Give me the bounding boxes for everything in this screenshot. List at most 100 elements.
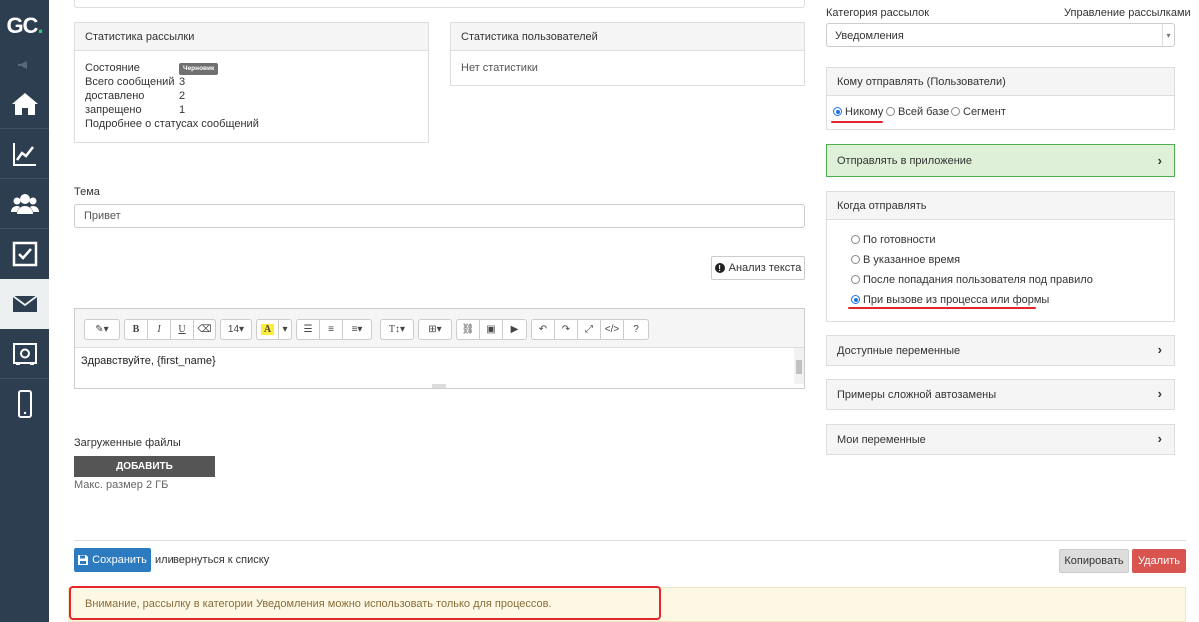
sidebar-item-home[interactable]: [0, 79, 49, 129]
category-label: Категория рассылок: [826, 7, 930, 19]
or-text: или: [155, 554, 174, 566]
send-in-app-label: Отправлять в приложение: [837, 155, 973, 167]
editor-resize-handle[interactable]: [432, 384, 446, 388]
sidebar-item-mailings[interactable]: [0, 279, 49, 329]
total-value[interactable]: 3: [179, 76, 185, 88]
analyze-text-button[interactable]: ! Анализ текста: [711, 256, 805, 280]
video-icon[interactable]: ▶: [503, 320, 526, 339]
highlight-underline-recipients: [831, 121, 883, 123]
sidebar-item-safe[interactable]: [0, 329, 49, 379]
radio-icon: [851, 275, 860, 284]
state-label: Состояние: [85, 62, 140, 74]
when-option-scheduled[interactable]: В указанное время: [851, 254, 960, 266]
status-details-link[interactable]: Подробнее о статусах сообщений: [85, 118, 259, 130]
highlight-underline-when: [848, 307, 1036, 309]
numbered-list-icon[interactable]: ≡: [320, 320, 343, 339]
font-size-value: 14: [227, 324, 240, 335]
section-autoreplace-examples-label: Примеры сложной автозамены: [837, 389, 997, 401]
logo-dot: .: [37, 13, 43, 38]
mailing-stats-panel: Статистика рассылки Состояние Черновик В…: [74, 22, 429, 143]
delete-button[interactable]: Удалить: [1132, 549, 1186, 573]
bold-button[interactable]: B: [125, 320, 148, 339]
radio-icon: [851, 255, 860, 264]
color-dropdown[interactable]: ▾: [279, 320, 291, 339]
link-icon[interactable]: ⛓: [457, 320, 480, 339]
toolbar-group-color: A ▾: [256, 319, 292, 340]
editor-scrollbar[interactable]: [794, 348, 804, 384]
section-my-variables-label: Мои переменные: [837, 434, 926, 446]
underline-button[interactable]: U: [171, 320, 194, 339]
home-icon: [11, 93, 38, 115]
forbidden-value[interactable]: 1: [179, 104, 185, 116]
footer-divider: [74, 540, 1186, 541]
editor-content-area[interactable]: Здравствуйте, {first_name}: [75, 347, 804, 388]
toolbar-group-table: ⊞▾: [418, 319, 452, 340]
megaphone-icon[interactable]: [17, 60, 32, 69]
sidebar-item-stats[interactable]: [0, 129, 49, 179]
radio-selected-icon: [833, 107, 842, 116]
highlight-color-button[interactable]: A: [257, 320, 279, 339]
uploaded-files-label: Загруженные файлы: [74, 437, 181, 449]
recipients-title: Кому отправлять (Пользователи): [827, 68, 1174, 96]
editor-content: Здравствуйте, {first_name}: [81, 355, 216, 367]
top-panel-edge: [74, 0, 805, 8]
send-in-app-panel[interactable]: Отправлять в приложение ›: [826, 144, 1175, 177]
redo-icon[interactable]: ↷: [555, 320, 578, 339]
sidebar: GC.: [0, 0, 49, 622]
warning-text: Внимание, рассылку в категории Уведомлен…: [85, 598, 552, 610]
bullet-list-icon[interactable]: ☰: [297, 320, 320, 339]
sidebar-item-mobile[interactable]: [0, 379, 49, 429]
toolbar-group-lineheight: T↕▾: [380, 319, 414, 340]
when-option-rule[interactable]: После попадания пользователя под правило: [851, 274, 1093, 286]
status-badge: Черновик: [179, 63, 219, 75]
italic-button[interactable]: I: [148, 320, 171, 339]
chevron-right-icon: ›: [1157, 386, 1162, 401]
when-option-ready[interactable]: По готовности: [851, 234, 935, 246]
radio-icon: [851, 235, 860, 244]
help-icon[interactable]: ?: [624, 320, 648, 339]
code-view-icon[interactable]: </>: [601, 320, 624, 339]
line-height-icon[interactable]: T↕▾: [381, 320, 413, 339]
section-autoreplace-examples[interactable]: Примеры сложной автозамены ›: [826, 379, 1175, 410]
align-dropdown-icon[interactable]: ≡▾: [343, 320, 371, 339]
table-icon[interactable]: ⊞▾: [419, 320, 451, 339]
total-label: Всего сообщений: [85, 76, 175, 88]
add-file-button[interactable]: ДОБАВИТЬ: [74, 456, 215, 477]
fullscreen-icon[interactable]: ⤢: [578, 320, 601, 339]
save-button[interactable]: Сохранить: [74, 548, 151, 572]
user-stats-title: Статистика пользователей: [451, 23, 804, 51]
chevron-right-icon: ›: [1157, 153, 1162, 168]
recipients-option-none[interactable]: Никому: [833, 106, 883, 118]
sidebar-item-tasks[interactable]: [0, 229, 49, 279]
logo[interactable]: GC.: [0, 0, 49, 50]
chevron-right-icon: ›: [1157, 431, 1162, 446]
font-size-select[interactable]: 14 ▾: [221, 320, 251, 339]
toolbar-group-lists: ☰ ≡ ≡▾: [296, 319, 372, 340]
delivered-value[interactable]: 2: [179, 90, 185, 102]
max-size-hint: Макс. размер 2 ГБ: [74, 479, 169, 491]
subject-label: Тема: [74, 186, 100, 198]
subject-input[interactable]: Привет: [74, 204, 805, 228]
recipients-option-segment-label: Сегмент: [963, 106, 1006, 118]
toolbar-group-style: ✎▾: [84, 319, 120, 340]
category-select[interactable]: Уведомления ▾: [826, 23, 1175, 47]
section-my-variables[interactable]: Мои переменные ›: [826, 424, 1175, 455]
recipients-option-all[interactable]: Всей базе: [886, 106, 949, 118]
magic-wand-icon[interactable]: ✎▾: [85, 320, 119, 339]
tasks-icon: [12, 241, 37, 267]
copy-button[interactable]: Копировать: [1059, 549, 1129, 573]
recipients-option-segment[interactable]: Сегмент: [951, 106, 1006, 118]
eraser-icon[interactable]: ⌫: [194, 320, 215, 339]
user-stats-empty: Нет статистики: [461, 62, 538, 74]
image-icon[interactable]: ▣: [480, 320, 503, 339]
section-available-variables[interactable]: Доступные переменные ›: [826, 335, 1175, 366]
manage-mailings-link[interactable]: Управление рассылками: [1064, 7, 1191, 19]
exclamation-icon: !: [714, 263, 725, 273]
section-available-variables-label: Доступные переменные: [837, 345, 961, 357]
chevron-down-icon: ▾: [1162, 24, 1174, 46]
undo-icon[interactable]: ↶: [532, 320, 555, 339]
back-to-list-link[interactable]: вернуться к списку: [173, 554, 269, 566]
chart-icon: [12, 143, 36, 166]
when-option-process[interactable]: При вызове из процесса или формы: [851, 294, 1049, 306]
sidebar-item-users[interactable]: [0, 179, 49, 229]
